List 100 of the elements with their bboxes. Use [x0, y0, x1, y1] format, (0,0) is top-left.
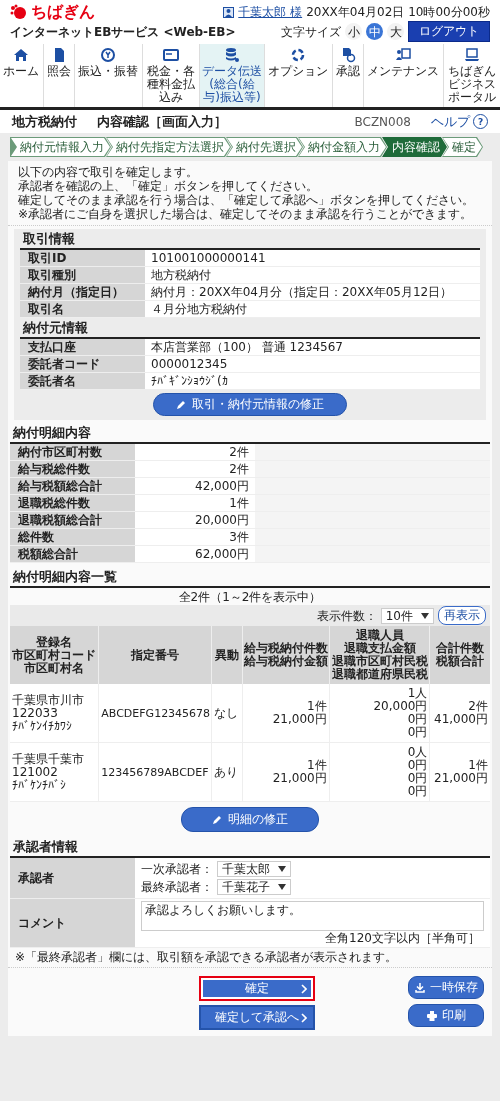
- field-label: コメント: [10, 899, 135, 947]
- field-value: 1件: [135, 495, 255, 511]
- field-value: 42,000円: [135, 478, 255, 494]
- ring-icon: [290, 47, 307, 63]
- table-cell: 1件 21,000円: [242, 684, 330, 743]
- approver-select[interactable]: 千葉太郎: [217, 861, 291, 877]
- nav-tab[interactable]: 振込・振替: [74, 44, 142, 107]
- confirm-button[interactable]: 確定して承認へ: [199, 1005, 315, 1030]
- field-value: 62,000円: [135, 546, 255, 562]
- pencil-icon: [212, 814, 222, 825]
- field-value: 20,000円: [135, 512, 255, 528]
- table-cell: あり: [211, 742, 243, 802]
- field-label: 一次承認者：: [141, 862, 213, 876]
- redisplay-button[interactable]: 再表示: [438, 606, 486, 625]
- section-title: 納付明細内容一覧: [10, 567, 490, 588]
- field-label: 総件数: [10, 529, 135, 545]
- page-subtitle: 内容確認［画面入力］: [97, 114, 227, 129]
- user-icon: [223, 6, 235, 18]
- table-cell: 1人 20,000円 0円 0円: [329, 684, 430, 743]
- approver-note: ※「最終承認者」欄には、取引額を承認できる承認者が表示されます。: [8, 948, 492, 968]
- save-button[interactable]: 一時保存: [408, 976, 484, 999]
- progress-step: 確定: [442, 137, 483, 157]
- field-label: 納付市区町村数: [10, 444, 135, 460]
- column-header: 登録名 市区町村コード 市区町村名: [10, 626, 99, 684]
- confirm-button[interactable]: 確定: [199, 976, 315, 1001]
- datetime: 20XX年04月02日 10時00分00秒: [306, 5, 490, 19]
- pencil-icon: [176, 399, 186, 410]
- field-value: 0000012345: [145, 356, 480, 372]
- home-icon: [13, 47, 30, 63]
- field-label: 税額総合計: [10, 546, 135, 562]
- database-icon: [224, 47, 240, 63]
- table-cell: ABCDEFG12345678: [98, 684, 212, 743]
- field-value: 101001000000141: [145, 250, 480, 266]
- field-label: 取引名: [20, 301, 145, 317]
- caret-icon: [278, 866, 286, 872]
- per-page-select[interactable]: 10件: [380, 607, 434, 624]
- field-label: 委託者名: [20, 373, 145, 389]
- field-label: 支払口座: [20, 339, 145, 355]
- help-link[interactable]: ヘルプ ?: [431, 114, 488, 129]
- field-value: 地方税納付: [145, 267, 480, 283]
- card-icon: [162, 47, 179, 63]
- table-cell: 千葉県千葉市 121002 ﾁﾊﾞｹﾝﾁﾊﾞｼ: [10, 742, 99, 802]
- nav-tab[interactable]: メンテナンス: [363, 44, 443, 107]
- field-value: 本店営業部（100） 普通 1234567: [145, 339, 480, 355]
- nav-tab[interactable]: 照会: [42, 44, 74, 107]
- field-label: 退職税額総合計: [10, 512, 135, 528]
- field-value: 2件: [135, 444, 255, 460]
- field-label: 退職税総件数: [10, 495, 135, 511]
- page-title: 地方税納付: [12, 114, 77, 129]
- font-size-button[interactable]: 小: [345, 23, 362, 40]
- nav-tab[interactable]: 承認: [331, 44, 363, 107]
- chevron-icon: [301, 1012, 307, 1023]
- screen-id: BCZN008: [354, 114, 411, 129]
- column-header: 指定番号: [98, 626, 212, 684]
- result-count: 全2件（1～2件を表示中）: [177, 589, 323, 605]
- field-label: 承認者: [10, 858, 135, 898]
- font-size-button[interactable]: 大: [387, 23, 404, 40]
- column-header: 給与税納付件数 給与税納付金額: [242, 626, 330, 684]
- column-header: 異動: [211, 626, 243, 684]
- approver-select[interactable]: 千葉花子: [217, 879, 291, 895]
- nav-tab[interactable]: データ伝送 (総合(給与)振込等): [199, 44, 264, 107]
- column-header: 退職人員 退職支払金額 退職市区町村民税 退職都道府県民税: [329, 626, 430, 684]
- field-value: 2件: [135, 461, 255, 477]
- coin-icon: [100, 47, 117, 63]
- intro-text: 以下の内容で取引を確定します。: [18, 165, 199, 179]
- logout-button[interactable]: ログアウト: [408, 21, 490, 42]
- field-label: 委託者コード: [20, 356, 145, 372]
- progress-step: 内容確認: [382, 137, 447, 157]
- edit-transaction-button[interactable]: 取引・納付元情報の修正: [153, 393, 347, 416]
- logo-icon: [10, 4, 28, 20]
- font-size-button[interactable]: 中: [366, 23, 383, 40]
- table-cell: 2件 41,000円: [429, 684, 490, 743]
- bank-logo-text: ちばぎん: [31, 3, 95, 21]
- nav-tab[interactable]: ちばぎんビジネスポータル: [442, 44, 500, 107]
- progress-step: 納付先指定方法選択: [106, 137, 231, 157]
- field-label: 給与税総件数: [10, 461, 135, 477]
- comment-field[interactable]: 承認よろしくお願いします。: [141, 901, 484, 931]
- download-icon: [414, 982, 425, 993]
- field-value: 納付月：20XX年04月分（指定日：20XX年05月12日）: [145, 284, 480, 300]
- column-header: 合計件数 税額合計: [429, 626, 490, 684]
- table-cell: 0人 0円 0円 0円: [329, 742, 430, 802]
- progress-step: 納付先選択: [226, 137, 303, 157]
- nav-tab[interactable]: ホーム: [0, 44, 43, 107]
- print-button[interactable]: 印刷: [408, 1004, 484, 1027]
- field-label: 納付月（指定日）: [20, 284, 145, 300]
- field-label: 取引ID: [20, 250, 145, 266]
- table-cell: 1件 21,000円: [429, 742, 490, 802]
- field-value: 3件: [135, 529, 255, 545]
- chevron-icon: [301, 983, 307, 994]
- nav-tab[interactable]: オプション: [264, 44, 332, 107]
- table-cell: 1件 21,000円: [242, 742, 330, 802]
- edit-details-button[interactable]: 明細の修正: [181, 807, 319, 832]
- character-limit-hint: 全角120文字以内［半角可］: [324, 931, 481, 945]
- field-label: 給与税額総合計: [10, 478, 135, 494]
- table-cell: 123456789ABCDEF: [98, 742, 212, 802]
- field-label: 取引種別: [20, 267, 145, 283]
- caret-icon: [278, 884, 286, 890]
- service-name: インターネットEBサービス <Web-EB>: [10, 24, 236, 39]
- caret-icon: [421, 612, 429, 619]
- user-link[interactable]: 千葉太郎 様: [238, 5, 303, 19]
